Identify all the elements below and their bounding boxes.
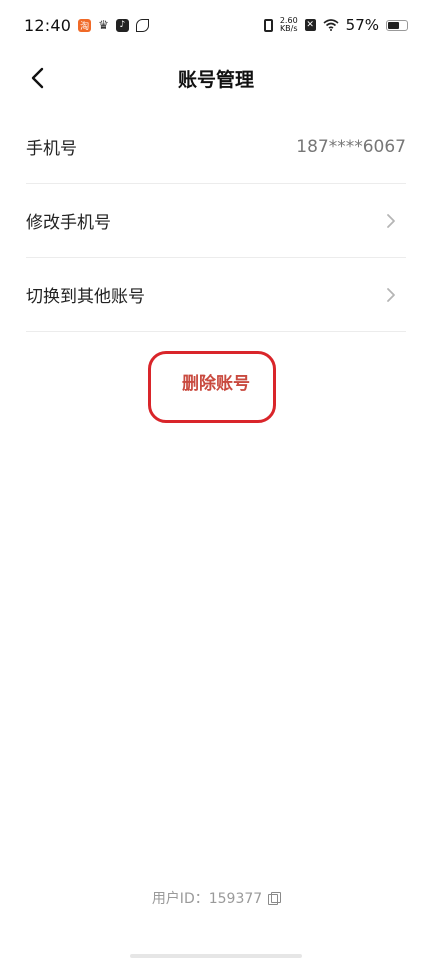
status-time: 12:40 [24,15,72,35]
taobao-icon: 淘 [78,18,92,32]
no-sim-icon: ✕ [304,19,316,31]
phone-number-value: 187****6067 [296,136,406,157]
chevron-right-icon [384,287,398,302]
phone-number-label: 手机号 [26,139,77,159]
phone-number-row: 手机号 187****6067 [26,110,406,184]
battery-icon [386,19,408,31]
status-left: 12:40 淘 ♛ ♪ [24,16,149,35]
page-title: 账号管理 [177,68,254,91]
status-bar: 12:40 淘 ♛ ♪ 2.60 KB/s ✕ 57% [0,0,432,50]
network-speed-unit: KB/s [279,24,298,33]
wifi-icon [323,19,339,31]
copy-icon[interactable] [268,892,282,905]
user-id: 用户ID：159377 [0,888,432,908]
back-button[interactable] [24,64,52,92]
user-id-label: 用户ID： [151,891,209,907]
tiktok-icon: ♪ [115,18,129,32]
crown-icon: ♛ [98,18,109,32]
chevron-right-icon [384,213,398,228]
network-speed: 2.60 KB/s [280,17,298,33]
change-phone-row[interactable]: 修改手机号 [26,184,406,258]
leaf-icon [135,18,149,32]
battery-percent: 57% [345,16,379,34]
status-right: 2.60 KB/s ✕ 57% [263,16,408,34]
battery-fill [388,21,400,29]
switch-account-label: 切换到其他账号 [26,287,145,307]
settings-list: 手机号 187****6067 修改手机号 切换到其他账号 [26,110,406,332]
vibrate-icon [263,18,273,32]
user-id-value: 159377 [208,891,263,907]
user-id-text: 用户ID：159377 [152,888,262,908]
switch-account-row[interactable]: 切换到其他账号 [26,258,406,332]
header: 账号管理 [0,50,432,106]
delete-account-button[interactable]: 删除账号 [0,369,432,394]
chevron-left-icon [31,67,44,89]
change-phone-label: 修改手机号 [26,213,111,233]
home-indicator[interactable] [130,954,302,958]
